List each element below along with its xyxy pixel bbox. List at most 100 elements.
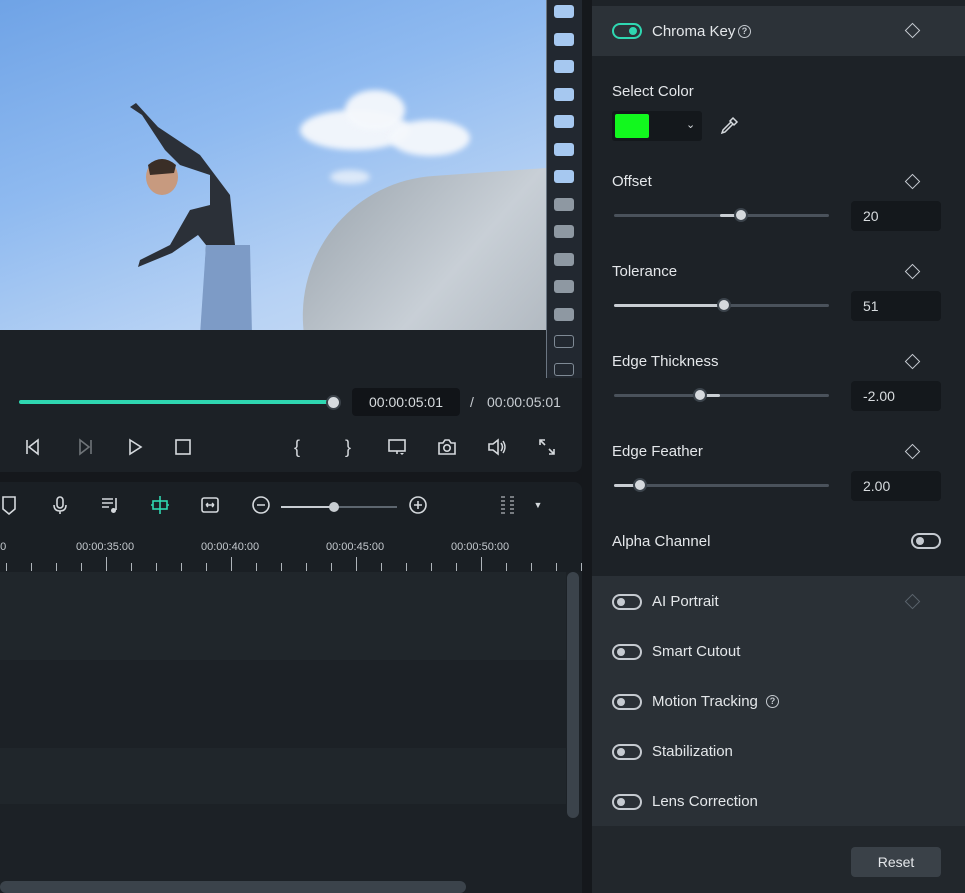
feature-toggle[interactable] — [612, 694, 642, 710]
current-time-field[interactable]: 00:00:05:01 — [352, 388, 460, 416]
slider-knob-tolerance[interactable] — [716, 298, 731, 312]
mark-in-button[interactable]: { — [284, 434, 310, 460]
zoom-slider-knob[interactable] — [329, 502, 339, 512]
time-ruler[interactable]: 00 00:00:35:00 00:00:40:00 00:00:45:00 0… — [0, 532, 582, 572]
ruler-tick — [531, 563, 532, 571]
zoom-in-icon — [409, 496, 427, 514]
video-preview[interactable] — [0, 0, 546, 330]
audio-list-button[interactable] — [99, 494, 121, 516]
expand-icon — [539, 439, 555, 455]
monitor-icon — [388, 439, 406, 455]
film-hole — [554, 252, 574, 266]
film-hole — [554, 280, 574, 293]
film-hole — [554, 5, 574, 18]
keyframe-icon[interactable] — [904, 593, 921, 610]
feature-label: Motion Tracking — [652, 693, 758, 710]
previous-frame-button[interactable] — [20, 434, 46, 460]
grid-dots-icon — [501, 496, 514, 514]
slider-value-offset[interactable]: 20 — [851, 201, 941, 231]
marker-button[interactable] — [0, 494, 20, 516]
slider-label-offset: Offset — [612, 173, 652, 190]
brace-right-icon: } — [344, 436, 351, 457]
ruler-label: 00 — [0, 541, 7, 553]
stop-button[interactable] — [170, 434, 196, 460]
slider-value-edge_feather[interactable]: 2.00 — [851, 471, 941, 501]
color-select-dropdown[interactable]: ⌄ — [612, 111, 702, 141]
stop-icon — [175, 439, 191, 455]
slider-value-edge_thickness[interactable]: -2.00 — [851, 381, 941, 411]
timeline-vertical-scrollbar[interactable] — [567, 572, 579, 818]
slider-label-edge_feather: Edge Feather — [612, 443, 703, 460]
play-button[interactable] — [122, 434, 148, 460]
feature-toggle[interactable] — [612, 794, 642, 810]
camera-icon — [438, 439, 456, 455]
film-hole — [554, 170, 574, 183]
time-separator: / — [470, 394, 474, 410]
slider-label-edge_thickness: Edge Thickness — [612, 353, 719, 370]
mark-out-button[interactable]: } — [335, 434, 361, 460]
caret-down-icon: ▼ — [533, 500, 543, 510]
track-height-button[interactable] — [497, 494, 519, 516]
reset-button[interactable]: Reset — [851, 847, 941, 877]
ruler-tick — [231, 557, 232, 571]
slider-knob-edge_feather[interactable] — [632, 478, 647, 492]
playback-progress-bar[interactable] — [19, 400, 333, 404]
step-back-icon — [26, 438, 39, 456]
timeline-track[interactable] — [0, 748, 566, 804]
feature-toggle[interactable] — [612, 594, 642, 610]
snapshot-button[interactable] — [434, 434, 460, 460]
slider-track-edge_thickness[interactable] — [614, 394, 829, 397]
record-voiceover-button[interactable] — [49, 494, 71, 516]
help-icon[interactable]: ? — [738, 25, 751, 38]
ruler-label: 00:00:45:00 — [326, 541, 385, 553]
snap-toggle-button[interactable] — [149, 494, 171, 516]
fullscreen-button[interactable] — [534, 434, 560, 460]
ruler-tick — [156, 563, 157, 571]
eyedropper-icon[interactable] — [719, 116, 739, 136]
ruler-label: 00:00:40:00 — [201, 541, 260, 553]
ruler-tick — [456, 563, 457, 571]
slider-knob-offset[interactable] — [733, 208, 748, 222]
feature-list: AI Portrait Smart Cutout Motion Tracking… — [592, 576, 965, 826]
ruler-tick — [431, 563, 432, 571]
slider-value-tolerance[interactable]: 51 — [851, 291, 941, 321]
keyframe-icon[interactable] — [904, 22, 921, 39]
playhead-knob[interactable] — [326, 395, 341, 410]
feature-label: AI Portrait — [652, 593, 719, 610]
slider-knob-edge_thickness[interactable] — [693, 388, 707, 402]
ruler-tick — [256, 563, 257, 571]
slider-label-tolerance: Tolerance — [612, 263, 678, 280]
next-frame-button[interactable] — [72, 434, 98, 460]
timeline-track[interactable] — [0, 660, 566, 748]
ruler-tick — [106, 557, 107, 571]
zoom-in-button[interactable] — [407, 494, 429, 516]
alpha-channel-toggle[interactable] — [911, 533, 941, 549]
chroma-key-toggle[interactable] — [612, 23, 642, 39]
rock-shape — [293, 164, 546, 330]
zoom-slider-fill — [281, 506, 333, 508]
timeline-horizontal-scrollbar[interactable] — [0, 881, 466, 893]
color-swatch — [615, 114, 649, 138]
ruler-tick — [281, 563, 282, 571]
volume-button[interactable] — [484, 434, 510, 460]
zoom-out-button[interactable] — [250, 494, 272, 516]
help-icon[interactable]: ? — [766, 695, 779, 708]
display-button[interactable] — [384, 434, 410, 460]
ruler-label: 00:00:50:00 — [451, 541, 510, 553]
fit-timeline-button[interactable] — [199, 494, 221, 516]
more-options-button[interactable]: ▼ — [527, 494, 549, 516]
microphone-icon — [53, 496, 67, 514]
film-hole — [554, 362, 574, 376]
slider-fill-tolerance — [614, 304, 724, 307]
feature-toggle[interactable] — [612, 644, 642, 660]
timeline-track[interactable] — [0, 572, 566, 660]
play-icon — [129, 438, 143, 456]
fit-width-icon — [201, 497, 219, 513]
select-color-label: Select Color — [612, 83, 694, 100]
timeline-track[interactable] — [0, 804, 566, 881]
feature-toggle[interactable] — [612, 744, 642, 760]
feature-label: Lens Correction — [652, 793, 758, 810]
ruler-tick — [506, 563, 507, 571]
ruler-tick — [206, 563, 207, 571]
ruler-tick — [131, 563, 132, 571]
